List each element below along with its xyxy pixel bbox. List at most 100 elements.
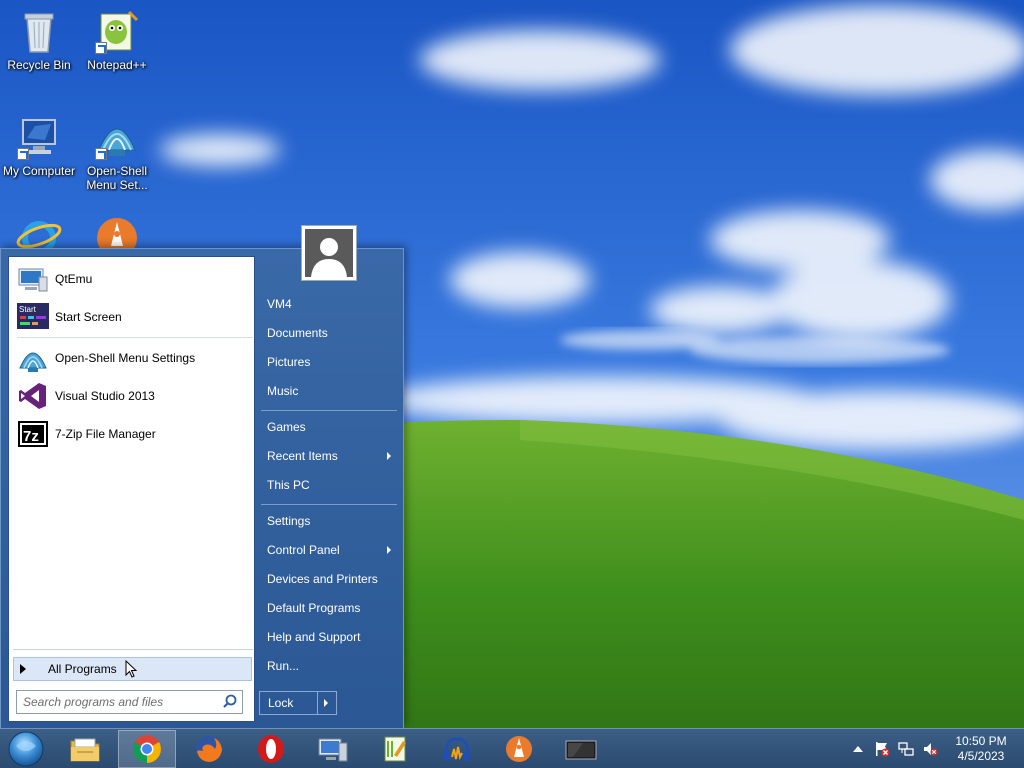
right-item-label: Games xyxy=(267,420,306,434)
right-separator xyxy=(261,504,397,505)
desktop-icon-open-shell[interactable]: Open-Shell Menu Set... xyxy=(78,114,156,192)
volume-muted-icon[interactable] xyxy=(922,741,938,757)
right-item-label: Settings xyxy=(267,514,311,528)
programs-pane: QtEmu Start Start Screen Open-Shell Menu… xyxy=(8,256,255,722)
programs-separator xyxy=(17,337,253,338)
taskbar-audio-app[interactable] xyxy=(428,730,486,768)
search-icon[interactable] xyxy=(220,692,240,712)
mouse-pointer-icon xyxy=(125,660,137,678)
submenu-arrow-icon xyxy=(387,452,391,460)
program-label: Open-Shell Menu Settings xyxy=(55,351,196,365)
right-item-label: Control Panel xyxy=(267,543,340,557)
right-item-documents[interactable]: Documents xyxy=(259,320,399,346)
right-item-label: Devices and Printers xyxy=(267,572,378,586)
shortcut-arrow-icon xyxy=(95,42,107,54)
visual-studio-icon xyxy=(17,380,49,412)
search-box[interactable] xyxy=(16,690,243,714)
right-item-label: Documents xyxy=(267,326,328,340)
taskbar-clock[interactable]: 10:50 PM 4/5/2023 xyxy=(948,734,1014,764)
program-item-visual-studio[interactable]: Visual Studio 2013 xyxy=(13,378,251,414)
start-menu: QtEmu Start Start Screen Open-Shell Menu… xyxy=(0,225,404,728)
expand-triangle-icon xyxy=(20,664,26,674)
file-explorer-icon xyxy=(70,738,100,762)
program-label: Visual Studio 2013 xyxy=(55,389,155,403)
right-item-this-pc[interactable]: This PC xyxy=(259,472,399,498)
all-programs-label: All Programs xyxy=(48,662,117,676)
recycle-bin-icon xyxy=(15,8,63,56)
taskbar: 10:50 PM 4/5/2023 xyxy=(0,728,1024,768)
right-item-control-panel[interactable]: Control Panel xyxy=(259,537,399,563)
right-item-run[interactable]: Run... xyxy=(259,653,399,679)
search-input[interactable] xyxy=(23,692,220,712)
program-item-open-shell-settings[interactable]: Open-Shell Menu Settings xyxy=(13,340,251,376)
user-avatar-icon xyxy=(305,229,353,277)
right-item-label: VM4 xyxy=(267,297,292,311)
my-computer-icon xyxy=(15,114,63,162)
program-item-7zip[interactable]: 7z 7-Zip File Manager xyxy=(13,416,251,452)
right-item-label: Help and Support xyxy=(267,630,361,644)
computer-monitor-icon xyxy=(318,738,348,762)
orange-app-icon xyxy=(506,736,532,762)
right-item-pictures[interactable]: Pictures xyxy=(259,349,399,375)
right-item-devices-printers[interactable]: Devices and Printers xyxy=(259,566,399,592)
taskbar-orange-app[interactable] xyxy=(490,730,548,768)
right-item-label: This PC xyxy=(267,478,310,492)
right-item-help-support[interactable]: Help and Support xyxy=(259,624,399,650)
desktop-icon-label: My Computer xyxy=(2,164,76,178)
taskbar-opera[interactable] xyxy=(242,730,300,768)
right-item-label: Music xyxy=(267,384,299,398)
lock-button[interactable]: Lock xyxy=(260,692,318,714)
notepadpp-icon xyxy=(384,736,406,762)
right-separator xyxy=(261,410,397,411)
all-programs-button[interactable]: All Programs xyxy=(13,657,252,681)
lock-button-group: Lock xyxy=(259,691,337,715)
right-item-label: Recent Items xyxy=(267,449,338,463)
right-item-recent-items[interactable]: Recent Items xyxy=(259,443,399,469)
right-item-settings[interactable]: Settings xyxy=(259,508,399,534)
action-center-flag-icon[interactable] xyxy=(874,741,890,757)
clock-time: 10:50 PM xyxy=(955,734,1007,748)
taskbar-display-app[interactable] xyxy=(552,730,610,768)
desktop-icon-label: Notepad++ xyxy=(87,58,147,72)
open-shell-icon xyxy=(17,342,49,374)
firefox-icon xyxy=(196,736,222,762)
desktop-icon-recycle-bin[interactable]: Recycle Bin xyxy=(0,8,78,72)
desktop-icon-my-computer[interactable]: My Computer xyxy=(0,114,78,178)
notepadpp-icon xyxy=(93,8,141,56)
right-item-label: Pictures xyxy=(267,355,311,369)
right-item-label: Default Programs xyxy=(267,601,361,615)
right-item-music[interactable]: Music xyxy=(259,378,399,404)
desktop-icon-label: Open-Shell Menu Set... xyxy=(86,164,148,192)
qtemu-icon xyxy=(17,263,49,295)
taskbar-file-explorer[interactable] xyxy=(56,730,114,768)
program-label: 7-Zip File Manager xyxy=(55,427,156,441)
shutdown-options-button[interactable] xyxy=(318,692,336,714)
taskbar-notepadpp[interactable] xyxy=(366,730,424,768)
shortcut-arrow-icon xyxy=(17,148,29,160)
chevron-right-icon xyxy=(324,699,328,707)
desktop-icon-label: Recycle Bin xyxy=(7,58,71,72)
taskbar-chrome[interactable] xyxy=(118,730,176,768)
show-hidden-icons-chevron[interactable] xyxy=(850,741,866,757)
program-label: QtEmu xyxy=(55,272,93,286)
taskbar-computer[interactable] xyxy=(304,730,362,768)
user-picture[interactable] xyxy=(301,225,357,281)
chrome-icon xyxy=(133,735,161,763)
start-button[interactable] xyxy=(6,730,46,768)
start-screen-icon-text: Start xyxy=(19,305,37,314)
opera-icon xyxy=(258,735,284,763)
program-item-start-screen[interactable]: Start Start Screen xyxy=(13,299,251,335)
right-item-vm4[interactable]: VM4 xyxy=(259,291,399,317)
desktop-icon-notepadpp[interactable]: Notepad++ xyxy=(78,8,156,72)
start-orb-icon xyxy=(8,731,44,767)
lock-label: Lock xyxy=(268,696,294,710)
right-item-label: Run... xyxy=(267,659,300,673)
screen-display-icon xyxy=(565,740,597,760)
seven-zip-icon: 7z xyxy=(17,418,49,450)
open-shell-icon xyxy=(93,114,141,162)
right-item-games[interactable]: Games xyxy=(259,414,399,440)
taskbar-firefox[interactable] xyxy=(180,730,238,768)
network-icon[interactable] xyxy=(898,741,914,757)
program-item-qtemu[interactable]: QtEmu xyxy=(13,261,251,297)
right-item-default-programs[interactable]: Default Programs xyxy=(259,595,399,621)
